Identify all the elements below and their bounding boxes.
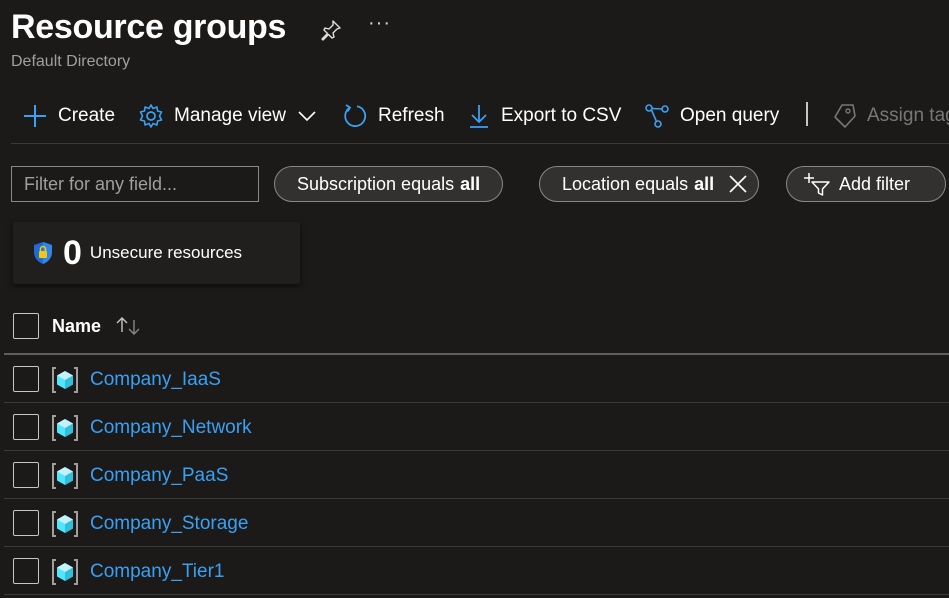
table-row[interactable]: Company_Tier1 [0, 548, 949, 596]
refresh-button[interactable]: Refresh [342, 96, 445, 136]
resource-group-link[interactable]: Company_Network [90, 417, 252, 439]
row-divider [4, 594, 949, 595]
table-header-divider [4, 353, 949, 355]
manage-view-button[interactable]: Manage view [138, 96, 316, 136]
location-filter-label: Location equals [562, 173, 689, 194]
row-divider [4, 450, 949, 451]
row-checkbox[interactable] [13, 510, 39, 536]
tag-icon [834, 104, 856, 128]
command-bar: Create Manage view Refresh Export to CSV… [0, 96, 949, 136]
table-row[interactable]: Company_Storage [0, 500, 949, 548]
manage-view-label: Manage view [174, 105, 286, 126]
export-csv-button[interactable]: Export to CSV [467, 96, 621, 136]
export-csv-label: Export to CSV [501, 105, 622, 126]
plus-icon [24, 105, 46, 127]
pin-icon[interactable] [320, 19, 342, 41]
page-header: Resource groups [11, 8, 286, 47]
security-shield-icon [34, 242, 52, 264]
row-divider [4, 498, 949, 499]
row-checkbox[interactable] [13, 414, 39, 440]
column-header-name[interactable]: Name [52, 316, 101, 337]
resource-group-link[interactable]: Company_Tier1 [90, 561, 224, 583]
create-label: Create [58, 105, 116, 126]
resource-group-icon [52, 559, 78, 585]
toolbar-divider [11, 143, 949, 144]
close-icon[interactable] [728, 174, 748, 194]
chevron-down-icon [298, 111, 316, 122]
table-row[interactable]: Company_IaaS [0, 356, 949, 404]
query-graph-icon [645, 104, 669, 128]
location-filter-pill[interactable]: Location equals all [539, 166, 760, 202]
resource-group-link[interactable]: Company_IaaS [90, 369, 221, 391]
open-query-button[interactable]: Open query [644, 96, 779, 136]
unsecure-label: Unsecure resources [89, 243, 243, 262]
add-filter-button[interactable]: Add filter [786, 166, 946, 202]
add-filter-label: Add filter [839, 173, 911, 194]
subscription-filter-pill[interactable]: Subscription equals all [274, 166, 504, 202]
create-button[interactable]: Create [22, 96, 115, 136]
resource-group-icon [52, 463, 78, 489]
row-checkbox[interactable] [13, 462, 39, 488]
assign-tags-button[interactable]: Assign tags [833, 96, 949, 136]
refresh-icon [344, 104, 367, 127]
refresh-label: Refresh [378, 105, 445, 126]
table-row[interactable]: Company_PaaS [0, 452, 949, 500]
add-filter-icon [804, 173, 830, 196]
resource-group-link[interactable]: Company_PaaS [90, 465, 228, 487]
resource-groups-page: Resource groups ··· Default Directory Cr… [0, 0, 949, 598]
table-row[interactable]: Company_Network [0, 404, 949, 452]
unsecure-resources-card[interactable]: 0 Unsecure resources [13, 222, 300, 284]
page-title: Resource groups [11, 8, 287, 46]
gear-icon [139, 104, 163, 128]
download-icon [470, 105, 488, 128]
table-header: Name [0, 306, 949, 352]
subscription-filter-value: all [460, 173, 481, 194]
row-divider [4, 402, 949, 403]
toolbar-separator [806, 102, 808, 126]
location-filter-value: all [694, 173, 715, 194]
assign-tags-label: Assign tags [867, 105, 949, 126]
resource-group-icon [52, 511, 78, 537]
sort-icon[interactable] [115, 316, 143, 336]
open-query-label: Open query [680, 105, 780, 126]
resource-group-link[interactable]: Company_Storage [90, 513, 248, 535]
row-checkbox[interactable] [13, 558, 39, 584]
row-divider [4, 546, 949, 547]
resource-group-icon [52, 415, 78, 441]
subscription-filter-label: Subscription equals [297, 173, 455, 194]
more-options-icon[interactable]: ··· [368, 12, 391, 35]
row-checkbox[interactable] [13, 366, 39, 392]
unsecure-count: 0 [63, 233, 82, 272]
select-all-checkbox[interactable] [13, 313, 39, 339]
filter-input[interactable] [11, 166, 259, 202]
resource-group-icon [52, 367, 78, 393]
page-subtitle: Default Directory [11, 53, 131, 70]
